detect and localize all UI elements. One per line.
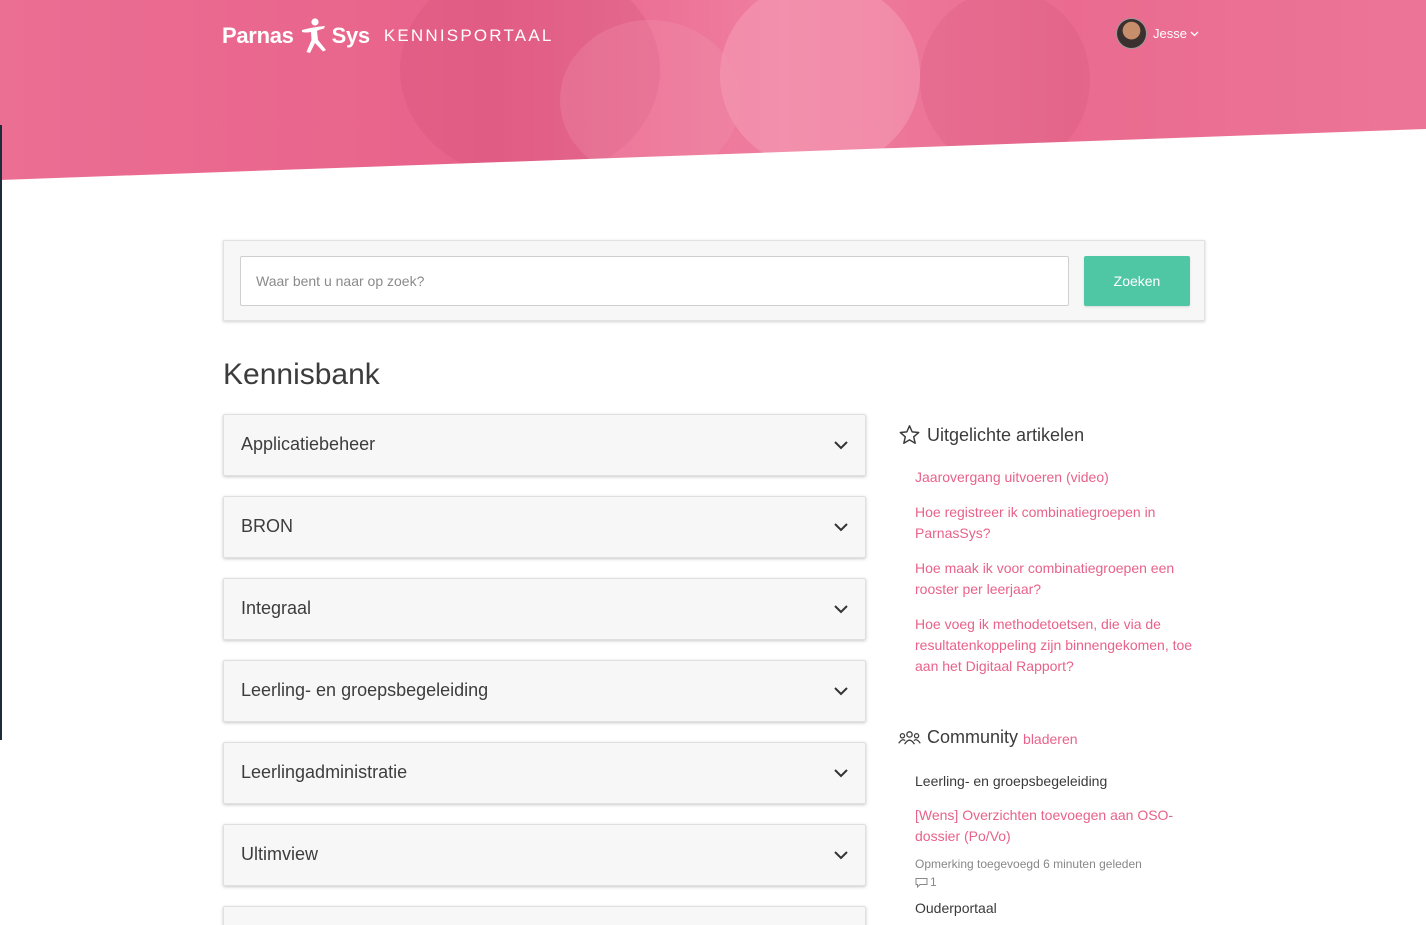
community-heading: Community bladeren [898,727,1078,748]
comment-count: 1 [930,875,937,889]
featured-article-link[interactable]: Hoe voeg ik methodetoetsen, die via de r… [915,614,1205,677]
community-comment-count: 1 [915,875,937,889]
community-icon [898,730,921,745]
category-next-partial[interactable] [223,906,866,925]
hero-banner [0,0,1426,185]
logo-figure-icon [301,18,326,53]
chevron-down-icon [834,687,848,696]
category-ultimview[interactable]: Ultimview [223,824,866,886]
search-input[interactable] [240,256,1069,306]
community-post-link[interactable]: [Wens] Overzichten toevoegen aan OSO-dos… [915,805,1185,847]
search-card: Zoeken [223,240,1205,321]
category-label: Applicatiebeheer [241,434,376,454]
chevron-down-icon [834,851,848,860]
category-leerlingadministratie[interactable]: Leerlingadministratie [223,742,866,804]
user-name: Jesse [1153,26,1187,41]
category-label: BRON [241,516,294,536]
search-button[interactable]: Zoeken [1084,256,1190,306]
chevron-down-icon [834,605,848,614]
category-applicatiebeheer[interactable]: Applicatiebeheer [223,414,866,476]
category-leerling-groepsbegeleiding[interactable]: Leerling- en groepsbegeleiding [223,660,866,722]
community-category[interactable]: Ouderportaal [915,900,997,916]
page-edge [0,125,2,740]
user-avatar [1116,18,1147,49]
category-label: Leerling- en groepsbegeleiding [241,680,489,700]
featured-article-link[interactable]: Jaarovergang uitvoeren (video) [915,467,1205,488]
featured-article-link[interactable]: Hoe registreer ik combinatiegroepen in P… [915,502,1205,544]
comment-icon [915,877,928,888]
logo-text-right: Sys [331,23,371,48]
category-label: Leerlingadministratie [241,762,408,782]
brand[interactable]: Parnas Sys KENNISPORTAAL [222,16,554,56]
page-title: Kennisbank [223,358,380,391]
star-icon [899,425,920,444]
category-label: Ultimview [241,844,319,864]
featured-article-link[interactable]: Hoe maak ik voor combinatiegroepen een r… [915,558,1205,600]
category-bron[interactable]: BRON [223,496,866,558]
community-title: Community [927,727,1019,747]
community-category[interactable]: Leerling- en groepsbegeleiding [915,773,1107,789]
chevron-down-icon [834,441,848,450]
featured-heading: Uitgelichte artikelen [898,424,1084,446]
community-post-meta: Opmerking toegevoegd 6 minuten geleden [915,857,1142,871]
featured-title: Uitgelichte artikelen [927,424,1085,445]
community-browse-link[interactable]: bladeren [1023,731,1078,747]
category-label: Integraal [241,598,312,618]
chevron-down-icon [834,769,848,778]
category-integraal[interactable]: Integraal [223,578,866,640]
user-menu[interactable]: Jesse [1116,18,1199,49]
logo-text-left: Parnas [222,23,294,48]
chevron-down-icon [834,523,848,532]
hero-slant [0,129,1426,185]
portal-title: KENNISPORTAAL [383,26,554,45]
chevron-down-icon [1190,31,1199,36]
